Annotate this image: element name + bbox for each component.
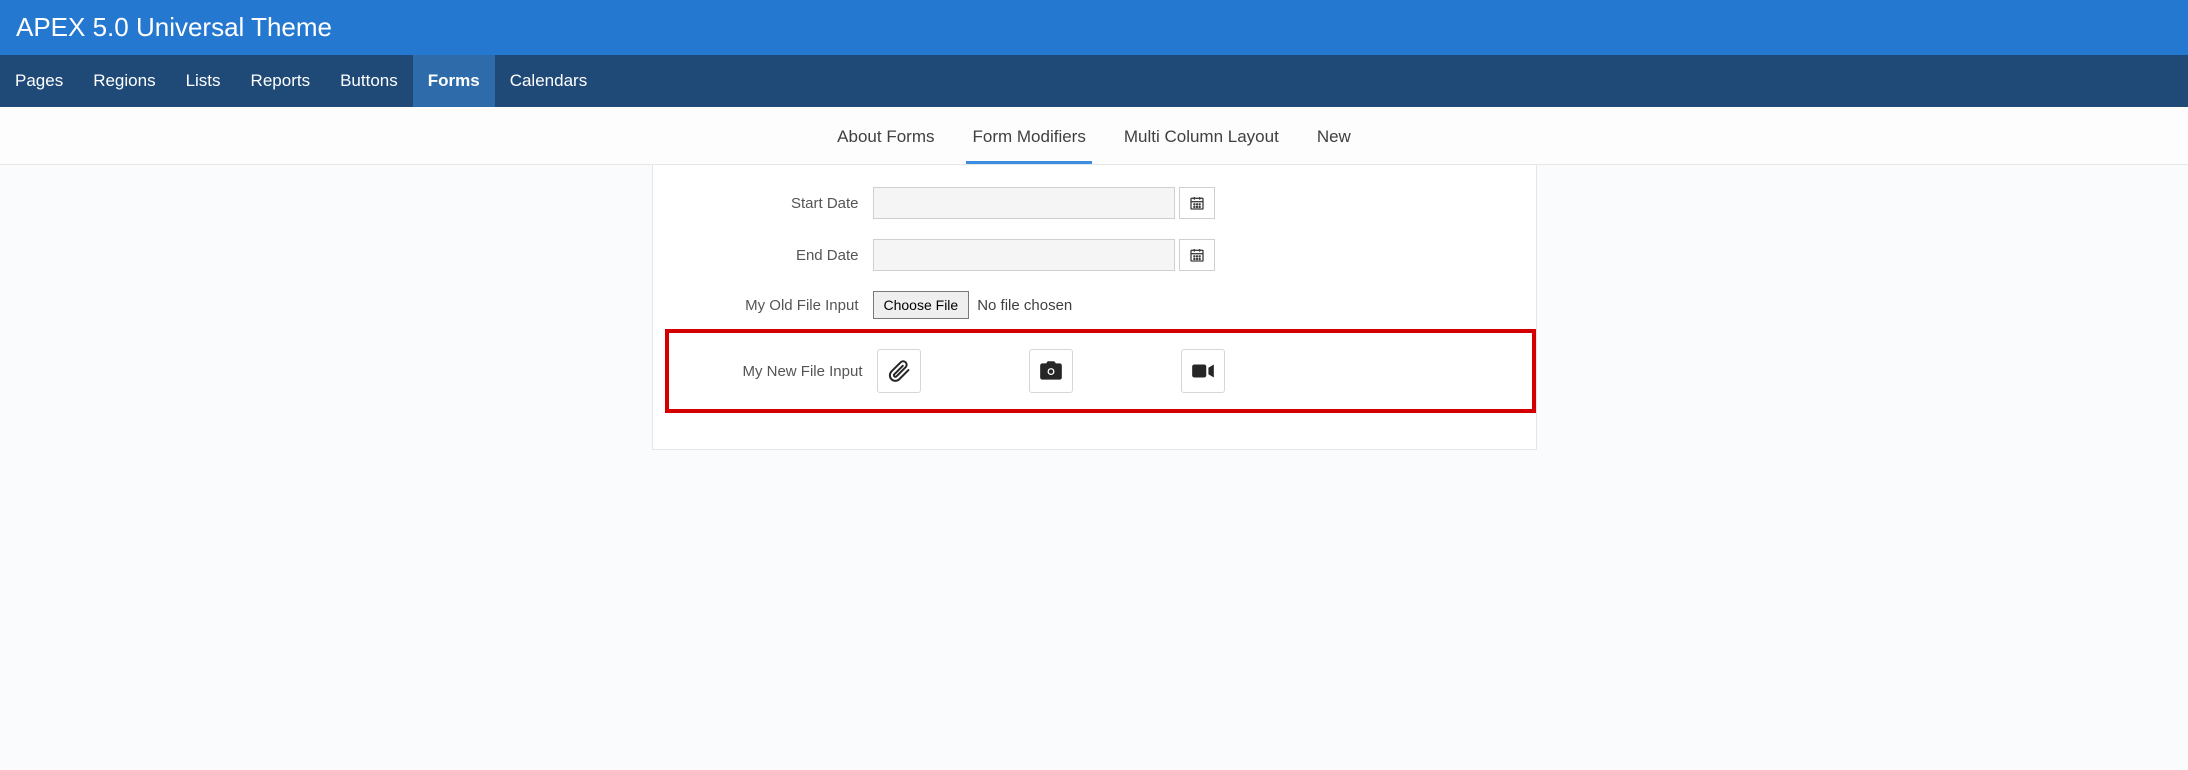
sub-nav: About Forms Form Modifiers Multi Column … <box>0 107 2188 164</box>
choose-file-button[interactable]: Choose File <box>873 291 970 319</box>
row-old-file: My Old File Input Choose File No file ch… <box>673 291 1516 319</box>
field-start-date <box>873 187 1215 219</box>
row-new-file: My New File Input <box>669 349 1532 393</box>
field-new-file <box>877 349 1225 393</box>
nav-regions[interactable]: Regions <box>78 55 170 107</box>
input-start-date[interactable] <box>873 187 1175 219</box>
form-card: Start Date <box>652 165 1537 450</box>
label-old-file: My Old File Input <box>673 297 873 314</box>
subnav-about-forms[interactable]: About Forms <box>831 119 940 164</box>
nav-reports[interactable]: Reports <box>236 55 326 107</box>
camera-button[interactable] <box>1029 349 1073 393</box>
field-old-file: Choose File No file chosen <box>873 291 1073 319</box>
paperclip-icon <box>887 359 911 383</box>
input-end-date[interactable] <box>873 239 1175 271</box>
attach-file-button[interactable] <box>877 349 921 393</box>
nav-pages[interactable]: Pages <box>0 55 78 107</box>
sub-nav-region: About Forms Form Modifiers Multi Column … <box>0 107 2188 165</box>
video-camera-icon <box>1190 358 1216 384</box>
calendar-icon <box>1189 247 1205 263</box>
subnav-new[interactable]: New <box>1311 119 1357 164</box>
highlighted-region: My New File Input <box>665 329 1536 413</box>
app-title: APEX 5.0 Universal Theme <box>16 12 2172 43</box>
row-end-date: End Date <box>673 239 1516 271</box>
datepicker-start-date-button[interactable] <box>1179 187 1215 219</box>
field-end-date <box>873 239 1215 271</box>
file-status-text: No file chosen <box>977 297 1072 314</box>
label-end-date: End Date <box>673 247 873 264</box>
label-new-file: My New File Input <box>677 363 877 380</box>
video-button[interactable] <box>1181 349 1225 393</box>
nav-forms[interactable]: Forms <box>413 55 495 107</box>
label-start-date: Start Date <box>673 195 873 212</box>
primary-nav: Pages Regions Lists Reports Buttons Form… <box>0 55 2188 107</box>
row-start-date: Start Date <box>673 187 1516 219</box>
subnav-form-modifiers[interactable]: Form Modifiers <box>966 119 1091 164</box>
datepicker-end-date-button[interactable] <box>1179 239 1215 271</box>
calendar-icon <box>1189 195 1205 211</box>
header-bar: APEX 5.0 Universal Theme <box>0 0 2188 55</box>
nav-calendars[interactable]: Calendars <box>495 55 603 107</box>
nav-buttons[interactable]: Buttons <box>325 55 413 107</box>
nav-lists[interactable]: Lists <box>171 55 236 107</box>
subnav-multi-column-layout[interactable]: Multi Column Layout <box>1118 119 1285 164</box>
content-region: Start Date <box>0 165 2188 450</box>
camera-icon <box>1038 358 1064 384</box>
